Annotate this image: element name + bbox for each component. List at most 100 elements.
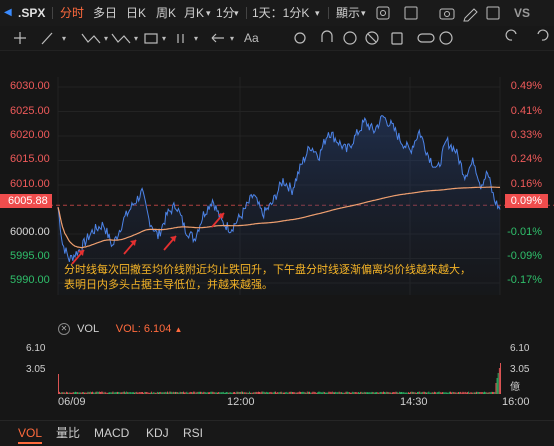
tab-period-monthly[interactable]: 月K xyxy=(184,0,204,26)
volume-bar xyxy=(125,392,126,394)
volume-bar xyxy=(130,392,132,394)
tab-period-daily[interactable]: 日K xyxy=(126,0,146,26)
volume-bar xyxy=(465,392,467,394)
text-tool-button[interactable]: Aa xyxy=(244,26,259,50)
volume-bar xyxy=(304,392,306,394)
volume-bar xyxy=(214,392,216,394)
symbol-dropdown-icon[interactable]: ◀ xyxy=(4,0,12,26)
tab-period-weekly[interactable]: 周K xyxy=(156,0,176,26)
volume-bar xyxy=(280,391,282,394)
chevron-down-icon[interactable]: ▾ xyxy=(315,0,320,26)
volume-bar xyxy=(103,392,105,394)
volume-bar xyxy=(402,392,404,394)
volume-bar xyxy=(73,392,75,394)
tab-volume-ratio[interactable]: 量比 xyxy=(56,421,80,446)
volume-bar xyxy=(303,391,305,394)
volume-bar xyxy=(429,392,431,394)
volume-bar xyxy=(77,392,79,394)
volume-bar xyxy=(385,392,387,394)
volume-bar xyxy=(120,392,122,394)
caret-up-icon[interactable]: ▲ xyxy=(174,325,182,334)
volume-bar xyxy=(360,391,362,394)
volume-bar xyxy=(325,392,326,394)
volume-bar xyxy=(398,391,400,394)
tab-rsi[interactable]: RSI xyxy=(183,421,203,446)
volume-bar xyxy=(281,392,283,394)
vs-compare-button[interactable]: VS xyxy=(514,0,530,26)
tab-vol[interactable]: VOL xyxy=(18,421,43,446)
volume-bar xyxy=(268,392,270,394)
volume-bar xyxy=(462,391,464,394)
pct-label: -0.09% xyxy=(507,250,542,262)
pencil-icon xyxy=(463,8,478,22)
volume-bar xyxy=(100,392,101,394)
volume-bar xyxy=(248,391,250,394)
volume-bar xyxy=(333,392,334,394)
volume-bar xyxy=(205,392,207,394)
settings-frame-icon xyxy=(376,6,390,20)
tab-period-fenshi[interactable]: 分时 xyxy=(60,0,84,26)
chevron-down-icon[interactable]: ▾ xyxy=(361,0,366,26)
volume-bar xyxy=(358,392,359,394)
volume-bar xyxy=(376,392,377,394)
volume-bar xyxy=(220,392,222,394)
volume-bar xyxy=(195,392,197,394)
volume-bar xyxy=(295,392,297,394)
volume-bar xyxy=(264,392,266,394)
volume-bar xyxy=(245,392,247,394)
time-label: 12:00 xyxy=(227,396,255,408)
volume-bar xyxy=(477,391,479,394)
volume-bar xyxy=(370,392,372,394)
display-button[interactable]: 顯示 xyxy=(336,0,360,26)
volume-bar xyxy=(298,391,300,394)
volume-bar xyxy=(217,392,218,394)
pct-label: 0.24% xyxy=(510,153,542,165)
volume-bar xyxy=(229,392,231,394)
tab-kdj[interactable]: KDJ xyxy=(146,421,169,446)
volume-bar xyxy=(383,391,384,394)
volume-bar xyxy=(452,391,454,394)
tab-period-1min[interactable]: 1分 xyxy=(216,0,235,26)
volume-bar xyxy=(437,392,439,394)
volume-bar xyxy=(484,391,485,394)
volume-bar xyxy=(122,391,124,394)
divider xyxy=(52,7,53,19)
tab-period-multiday[interactable]: 多日 xyxy=(93,0,117,26)
volume-bar xyxy=(472,392,474,394)
volume-bar xyxy=(79,392,81,394)
volume-bar xyxy=(180,392,182,394)
indicator-name[interactable]: VOL xyxy=(77,323,99,335)
volume-bar xyxy=(170,391,172,394)
volume-bar xyxy=(272,392,274,394)
volume-bar xyxy=(435,392,437,394)
volume-bar xyxy=(128,392,130,394)
volume-bar xyxy=(309,391,310,394)
volume-bar xyxy=(275,391,276,394)
symbol-label[interactable]: .SPX xyxy=(18,0,45,26)
chevron-down-icon[interactable]: ▾ xyxy=(206,0,211,26)
volume-bar xyxy=(378,392,380,394)
multi-period-select[interactable]: 1天：1分K xyxy=(252,0,309,26)
analysis-annotation: 分时线每次回撤至均价线附近均止跌回升，下午盘分时线逐渐偏离均价线越来越大， 表明… xyxy=(64,263,484,293)
volume-bar xyxy=(114,392,116,394)
volume-bar xyxy=(312,391,314,394)
volume-bar xyxy=(322,391,324,394)
pct-label: 0.41% xyxy=(510,105,542,117)
volume-bar xyxy=(388,392,390,394)
chevron-down-icon[interactable]: ▾ xyxy=(234,0,239,26)
volume-bar xyxy=(198,391,200,394)
volume-bar xyxy=(270,391,272,394)
volume-bar xyxy=(345,391,347,394)
close-icon[interactable]: ✕ xyxy=(58,323,70,336)
volume-bar xyxy=(423,391,425,394)
volume-bar xyxy=(247,392,249,394)
annotation-line: 表明日内多头占据主导低位，并越来越强。 xyxy=(64,279,273,291)
volume-bar xyxy=(443,392,445,394)
volume-bar xyxy=(286,391,288,394)
volume-bar xyxy=(235,392,237,394)
tab-macd[interactable]: MACD xyxy=(94,421,129,446)
volume-bar xyxy=(409,392,410,394)
volume-bar xyxy=(284,392,285,394)
volume-bar xyxy=(425,392,426,394)
volume-bar xyxy=(94,392,96,394)
